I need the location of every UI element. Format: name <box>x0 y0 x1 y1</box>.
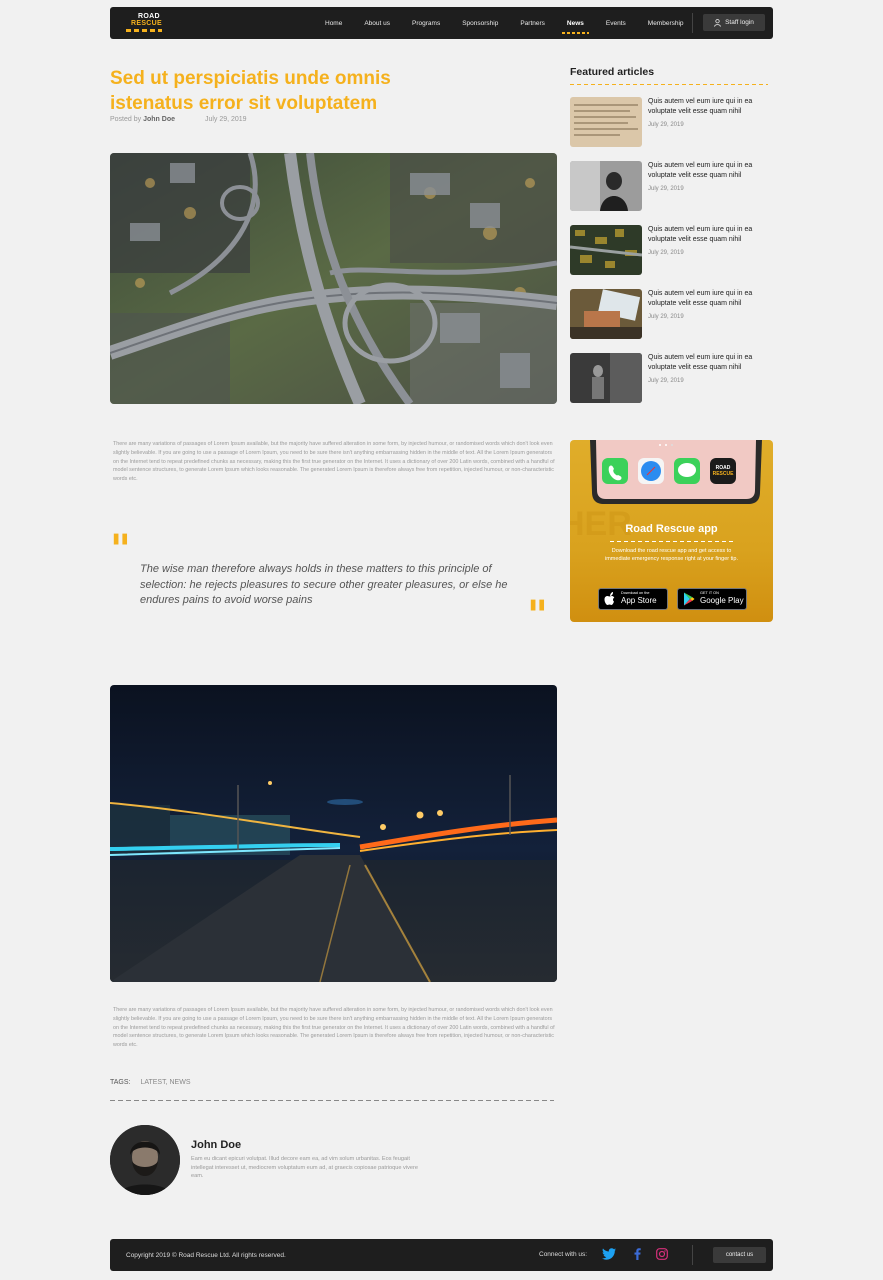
featured-thumbnail <box>570 161 642 211</box>
featured-article-item[interactable]: Quis autem vel eum iure qui in ea volupt… <box>570 289 770 341</box>
top-navbar: ROAD RESCUE Home About us Programs Spons… <box>110 7 773 39</box>
app-store-label: App Store <box>621 596 657 605</box>
google-play-label: Google Play <box>700 596 744 605</box>
app-promo-description: Download the road rescue app and get acc… <box>605 548 738 562</box>
tags-links[interactable]: LATEST, NEWS <box>140 1079 190 1086</box>
google-play-button[interactable]: GET IT ON Google Play <box>677 588 747 610</box>
close-quote-mark: " <box>527 593 548 639</box>
hero-image-highway <box>110 153 557 404</box>
featured-date: July 29, 2019 <box>648 250 684 256</box>
featured-date: July 29, 2019 <box>648 314 684 320</box>
footer-bar: Copyright 2019 © Road Rescue Ltd. All ri… <box>110 1239 773 1271</box>
post-author[interactable]: John Doe <box>143 116 175 123</box>
connect-label: Connect with us: <box>539 1251 588 1258</box>
nav-sponsorship[interactable]: Sponsorship <box>462 20 498 27</box>
featured-date: July 29, 2019 <box>648 378 684 384</box>
featured-articles-heading: Featured articles <box>570 66 655 78</box>
dashed-divider <box>110 1100 554 1101</box>
contact-us-button[interactable]: contact us <box>713 1247 766 1263</box>
twitter-icon[interactable] <box>602 1248 616 1260</box>
apple-icon <box>604 592 615 605</box>
google-play-small-text: GET IT ON <box>700 591 719 595</box>
tags-row: TAGS: LATEST, NEWS <box>110 1079 190 1086</box>
article-title: Sed ut perspiciatis unde omnis istenatus… <box>110 68 391 114</box>
facebook-icon[interactable] <box>634 1248 641 1260</box>
article-paragraph-2: There are many variations of passages of… <box>113 1007 555 1049</box>
app-store-button[interactable]: Download on the App Store <box>598 588 668 610</box>
app-promo-card: HER ROAD RESCUE Road Rescue app Download… <box>570 440 773 622</box>
copyright-text: Copyright 2019 © Road Rescue Ltd. All ri… <box>126 1252 286 1259</box>
footer-divider <box>692 1245 693 1265</box>
svg-text:RESCUE: RESCUE <box>713 471 735 477</box>
featured-title: Quis autem vel eum iure qui in ea volupt… <box>648 226 753 243</box>
featured-thumbnail <box>570 353 642 403</box>
featured-thumbnail <box>570 289 642 339</box>
featured-title: Quis autem vel eum iure qui in ea volupt… <box>648 98 753 115</box>
featured-dashed-line <box>570 84 768 85</box>
nav-partners[interactable]: Partners <box>520 20 545 27</box>
article-paragraph-1: There are many variations of passages of… <box>113 441 555 483</box>
user-icon <box>714 18 721 27</box>
main-nav: Home About us Programs Sponsorship Partn… <box>325 7 706 39</box>
app-promo-title: Road Rescue app <box>625 523 718 535</box>
author-bio: Eam eu dicant epicuri volutpat. Illud de… <box>191 1156 418 1180</box>
featured-article-item[interactable]: Quis autem vel eum iure qui in ea volupt… <box>570 225 770 277</box>
featured-title: Quis autem vel eum iure qui in ea volupt… <box>648 290 753 307</box>
featured-thumbnail <box>570 97 642 147</box>
night-road-image <box>110 685 557 982</box>
instagram-icon[interactable] <box>656 1248 668 1260</box>
google-play-icon <box>684 592 695 606</box>
staff-login-button[interactable]: Staff login <box>703 14 765 31</box>
article-quote: The wise man therefore always holds in t… <box>140 563 508 606</box>
featured-title: Quis autem vel eum iure qui in ea volupt… <box>648 354 753 371</box>
nav-news[interactable]: News <box>561 20 589 34</box>
open-quote-mark: " <box>110 527 131 573</box>
staff-login-label: Staff login <box>725 19 754 26</box>
logo-stripe <box>126 29 162 32</box>
featured-article-item[interactable]: Quis autem vel eum iure qui in ea volupt… <box>570 97 770 149</box>
featured-date: July 29, 2019 <box>648 186 684 192</box>
road-rescue-logo[interactable]: ROAD RESCUE <box>124 13 164 35</box>
author-name: John Doe <box>191 1139 242 1151</box>
nav-membership[interactable]: Membership <box>648 20 684 27</box>
nav-home[interactable]: Home <box>325 20 342 27</box>
post-date: July 29, 2019 <box>204 116 247 123</box>
featured-article-item[interactable]: Quis autem vel eum iure qui in ea volupt… <box>570 353 770 405</box>
logo-text-rescue: RESCUE <box>131 20 162 27</box>
featured-title: Quis autem vel eum iure qui in ea volupt… <box>648 162 753 179</box>
nav-about-us[interactable]: About us <box>364 20 390 27</box>
featured-article-item[interactable]: Quis autem vel eum iure qui in ea volupt… <box>570 161 770 213</box>
featured-thumbnail <box>570 225 642 275</box>
app-promo-dashed-line <box>610 541 733 542</box>
article-meta: Posted by John Doe July 29, 2019 <box>110 116 247 123</box>
app-store-small-text: Download on the <box>621 591 650 595</box>
nav-events[interactable]: Events <box>606 20 626 27</box>
nav-programs[interactable]: Programs <box>412 20 440 27</box>
posted-by-label: Posted by <box>110 116 142 123</box>
author-avatar <box>110 1125 180 1195</box>
tags-label: TAGS: <box>110 1079 131 1086</box>
featured-date: July 29, 2019 <box>648 122 684 128</box>
header-divider <box>692 13 693 33</box>
logo-text-road: ROAD <box>138 13 160 20</box>
